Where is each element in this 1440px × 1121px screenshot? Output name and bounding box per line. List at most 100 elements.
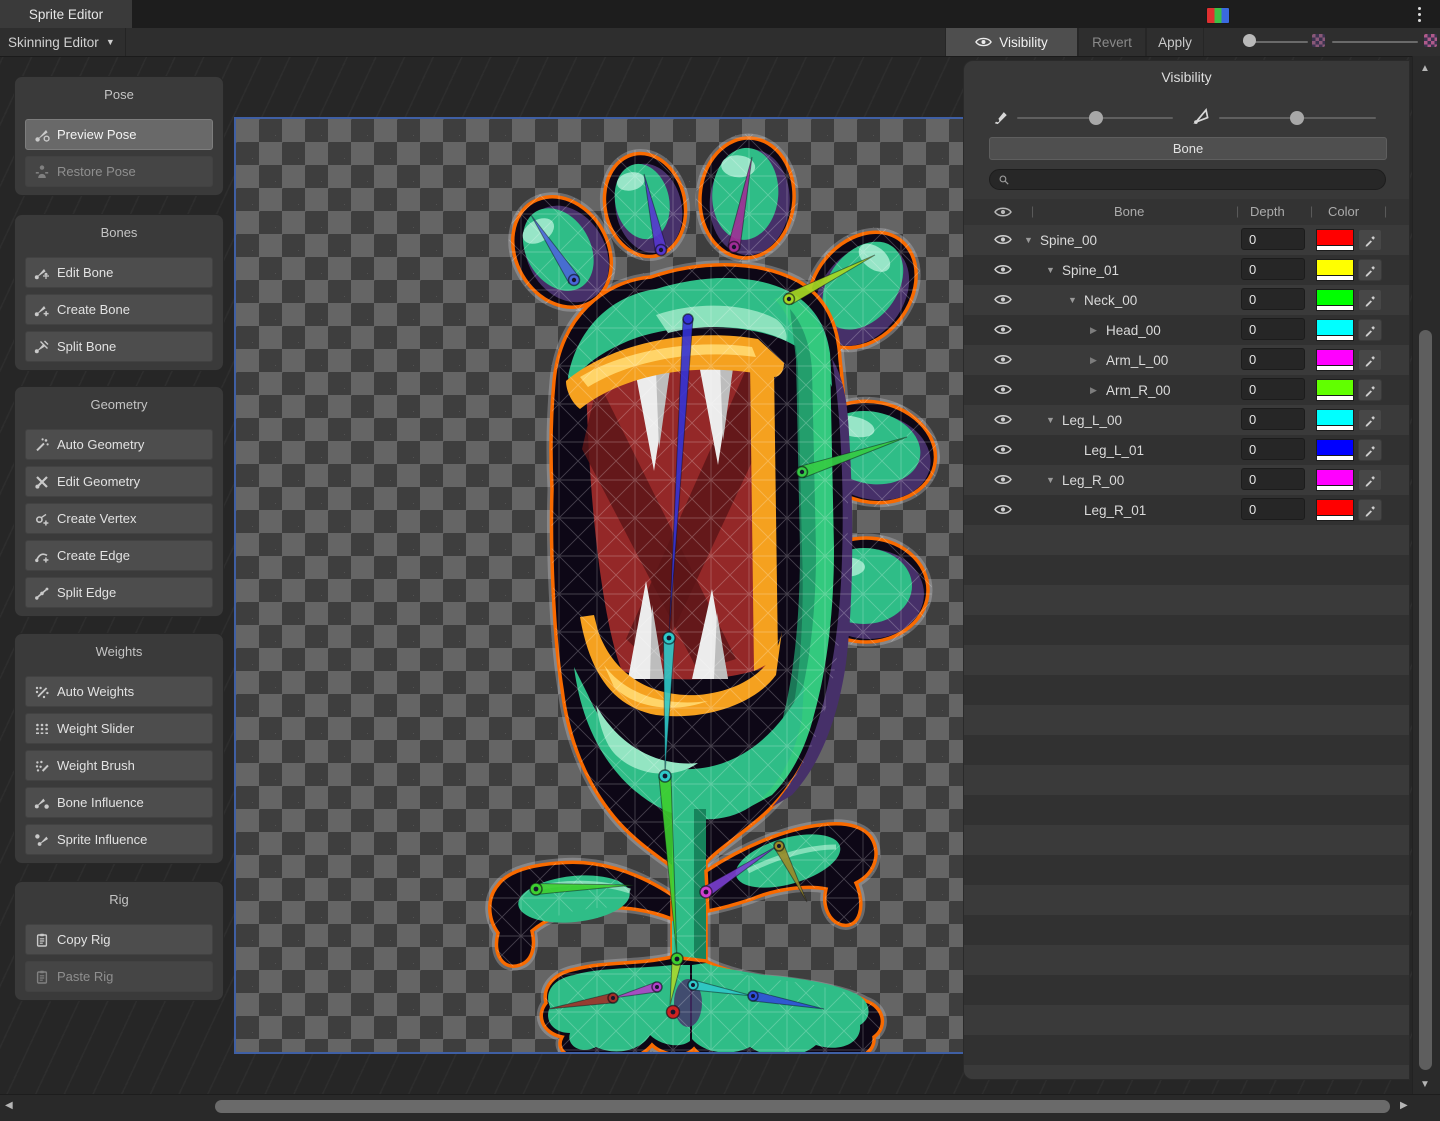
tree-arrow-icon[interactable]: ▼ (1046, 415, 1062, 425)
eyedropper-button[interactable] (1358, 469, 1382, 491)
tree-arrow-icon[interactable]: ▶ (1090, 385, 1106, 396)
split-edge-button[interactable]: Split Edge (25, 577, 213, 608)
tree-arrow-icon[interactable]: ▼ (1024, 235, 1040, 245)
visibility-toggle-button[interactable]: Visibility (945, 28, 1078, 56)
split-bone-button[interactable]: Split Bone (25, 331, 213, 362)
header-color[interactable]: Color (1328, 204, 1359, 219)
eyedropper-button[interactable] (1358, 409, 1382, 431)
depth-field[interactable]: 0 (1241, 498, 1305, 520)
edit-bone-button[interactable]: Edit Bone (25, 257, 213, 288)
restore-pose-button[interactable]: Restore Pose (25, 156, 213, 187)
depth-field[interactable]: 0 (1241, 378, 1305, 400)
eyedropper-button[interactable] (1358, 499, 1382, 521)
eye-icon[interactable] (994, 233, 1012, 246)
scroll-up-icon[interactable]: ▲ (1420, 64, 1430, 74)
search-input[interactable] (1015, 172, 1377, 188)
bone-row-leg-l-00[interactable]: ▼Leg_L_00 0 (964, 405, 1409, 435)
bone-color-swatch[interactable] (1316, 499, 1354, 521)
auto-geometry-button[interactable]: Auto Geometry (25, 429, 213, 460)
tree-arrow-icon[interactable]: ▼ (1046, 265, 1062, 275)
bone-row-neck-00[interactable]: ▼Neck_00 0 (964, 285, 1409, 315)
checker-swatch-icon-1[interactable] (1312, 34, 1325, 47)
paste-rig-button[interactable]: Paste Rig (25, 961, 213, 992)
create-vertex-button[interactable]: Create Vertex (25, 503, 213, 534)
bone-color-swatch[interactable] (1316, 319, 1354, 341)
scroll-right-icon[interactable]: ▶ (1400, 1101, 1408, 1111)
bone-color-swatch[interactable] (1316, 259, 1354, 281)
depth-field[interactable]: 0 (1241, 438, 1305, 460)
scroll-down-icon[interactable]: ▼ (1420, 1080, 1430, 1090)
tree-arrow-icon[interactable]: ▼ (1046, 475, 1062, 485)
revert-button[interactable]: Revert (1078, 28, 1146, 56)
horizontal-scrollbar-thumb[interactable] (215, 1100, 1390, 1113)
toolbar-slider-track-2[interactable] (1332, 41, 1418, 43)
sprite-influence-button[interactable]: Sprite Influence (25, 824, 213, 855)
sprite-canvas[interactable] (234, 117, 966, 1054)
bone-row-spine-00[interactable]: ▼Spine_00 0 (964, 225, 1409, 255)
skinning-editor-dropdown[interactable]: Skinning Editor ▼ (0, 28, 126, 56)
eye-icon[interactable] (994, 473, 1012, 486)
bone-color-swatch[interactable] (1316, 469, 1354, 491)
bone-row-arm-r-00[interactable]: ▶Arm_R_00 0 (964, 375, 1409, 405)
edit-geometry-button[interactable]: Edit Geometry (25, 466, 213, 497)
depth-field[interactable]: 0 (1241, 258, 1305, 280)
depth-field[interactable]: 0 (1241, 228, 1305, 250)
bone-color-swatch[interactable] (1316, 229, 1354, 251)
eyedropper-button[interactable] (1358, 319, 1382, 341)
eyedropper-button[interactable] (1358, 439, 1382, 461)
bone-row-spine-01[interactable]: ▼Spine_01 0 (964, 255, 1409, 285)
bone-row-arm-l-00[interactable]: ▶Arm_L_00 0 (964, 345, 1409, 375)
tab-sprite-editor[interactable]: Sprite Editor (0, 0, 132, 28)
eyedropper-button[interactable] (1358, 289, 1382, 311)
create-bone-button[interactable]: Create Bone (25, 294, 213, 325)
tree-arrow-icon[interactable]: ▶ (1090, 355, 1106, 366)
preview-pose-button[interactable]: Preview Pose (25, 119, 213, 150)
bone-color-swatch[interactable] (1316, 349, 1354, 371)
eyedropper-button[interactable] (1358, 349, 1382, 371)
eyedropper-button[interactable] (1358, 229, 1382, 251)
eye-icon[interactable] (994, 413, 1012, 426)
bone-row-leg-r-00[interactable]: ▼Leg_R_00 0 (964, 465, 1409, 495)
tree-arrow-icon[interactable]: ▶ (1090, 325, 1106, 336)
depth-field[interactable]: 0 (1241, 318, 1305, 340)
sprite-color-swatch-button[interactable] (1206, 7, 1230, 24)
bone-influence-button[interactable]: Bone Influence (25, 787, 213, 818)
tree-arrow-icon[interactable]: ▼ (1068, 295, 1084, 305)
eye-icon[interactable] (994, 503, 1012, 516)
eye-column-icon[interactable] (994, 206, 1012, 218)
eye-icon[interactable] (994, 323, 1012, 336)
eye-icon[interactable] (994, 263, 1012, 276)
auto-weights-button[interactable]: Auto Weights (25, 676, 213, 707)
bone-search-box[interactable] (989, 169, 1386, 190)
kebab-menu-icon[interactable] (1412, 5, 1426, 23)
checker-swatch-icon-2[interactable] (1424, 34, 1437, 47)
depth-field[interactable]: 0 (1241, 348, 1305, 370)
bone-row-leg-l-01[interactable]: Leg_L_01 0 (964, 435, 1409, 465)
weight-brush-button[interactable]: Weight Brush (25, 750, 213, 781)
weight-slider-button[interactable]: Weight Slider (25, 713, 213, 744)
eyedropper-button[interactable] (1358, 259, 1382, 281)
depth-field[interactable]: 0 (1241, 468, 1305, 490)
vertical-scrollbar-thumb[interactable] (1419, 330, 1432, 1070)
eye-icon[interactable] (994, 293, 1012, 306)
mesh-opacity-slider-knob[interactable] (1290, 111, 1304, 125)
eye-icon[interactable] (994, 353, 1012, 366)
bone-row-leg-r-01[interactable]: Leg_R_01 0 (964, 495, 1409, 525)
bone-color-swatch[interactable] (1316, 409, 1354, 431)
bone-color-swatch[interactable] (1316, 379, 1354, 401)
create-edge-button[interactable]: Create Edge (25, 540, 213, 571)
header-depth[interactable]: Depth (1250, 204, 1285, 219)
copy-rig-button[interactable]: Copy Rig (25, 924, 213, 955)
apply-button[interactable]: Apply (1146, 28, 1204, 56)
header-bone[interactable]: Bone (1114, 204, 1144, 219)
depth-field[interactable]: 0 (1241, 408, 1305, 430)
eyedropper-button[interactable] (1358, 379, 1382, 401)
depth-field[interactable]: 0 (1241, 288, 1305, 310)
toolbar-slider-knob-1[interactable] (1243, 34, 1256, 47)
scroll-left-icon[interactable]: ◀ (5, 1101, 13, 1111)
bone-color-swatch[interactable] (1316, 289, 1354, 311)
bone-tab-button[interactable]: Bone (989, 137, 1387, 160)
eye-icon[interactable] (994, 383, 1012, 396)
bone-color-swatch[interactable] (1316, 439, 1354, 461)
bone-row-head-00[interactable]: ▶Head_00 0 (964, 315, 1409, 345)
